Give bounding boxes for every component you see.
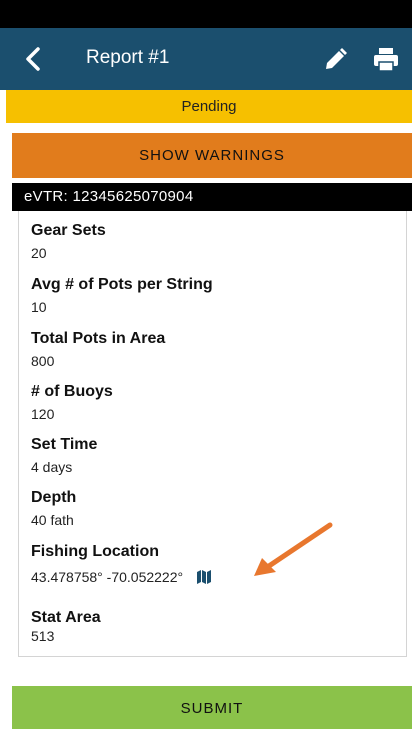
field-gear-sets: Gear Sets 20 <box>31 222 106 261</box>
field-label: Gear Sets <box>31 222 106 239</box>
pencil-icon <box>326 48 347 69</box>
field-label: Total Pots in Area <box>31 330 166 347</box>
fishing-location-row: 43.478758° -70.052222° <box>31 569 212 585</box>
field-value: 513 <box>31 628 55 644</box>
field-label: # of Buoys <box>31 383 113 400</box>
field-total-pots: Total Pots in Area 800 <box>31 330 165 369</box>
field-value: 800 <box>31 353 55 369</box>
field-label: Stat Area <box>31 609 101 626</box>
field-label: Avg # of Pots per String <box>31 276 213 293</box>
evtr-header: eVTR: 12345625070904 <box>12 183 412 211</box>
fishing-location-value: 43.478758° -70.052222° <box>31 569 184 585</box>
page-title: Report #1 <box>86 47 170 68</box>
status-badge: Pending <box>6 90 412 123</box>
show-warnings-button[interactable]: SHOW WARNINGS <box>12 133 412 178</box>
map-icon[interactable] <box>197 570 212 584</box>
field-value: 10 <box>31 299 47 315</box>
field-label: Fishing Location <box>31 543 159 560</box>
field-depth: Depth 40 fath <box>31 489 76 528</box>
field-label: Set Time <box>31 436 98 453</box>
app-bar: Report #1 <box>0 28 412 90</box>
printer-icon <box>374 48 398 72</box>
back-button[interactable] <box>20 44 48 74</box>
submit-button[interactable]: SUBMIT <box>12 686 412 729</box>
field-avg-pots-per-string: Avg # of Pots per String 10 <box>31 276 213 315</box>
field-value: 20 <box>31 245 47 261</box>
field-fishing-location: Fishing Location <box>31 543 159 561</box>
status-bar <box>0 0 412 28</box>
field-stat-area: Stat Area 513 <box>31 609 101 644</box>
print-button[interactable] <box>372 47 400 73</box>
field-value: 40 fath <box>31 512 74 528</box>
field-buoys: # of Buoys 120 <box>31 383 113 422</box>
chevron-left-icon <box>26 47 40 71</box>
field-label: Depth <box>31 489 77 506</box>
edit-button[interactable] <box>322 47 348 73</box>
field-value: 4 days <box>31 459 73 475</box>
field-value: 120 <box>31 406 55 422</box>
field-set-time: Set Time 4 days <box>31 436 97 475</box>
annotation-arrow-icon <box>254 522 333 576</box>
